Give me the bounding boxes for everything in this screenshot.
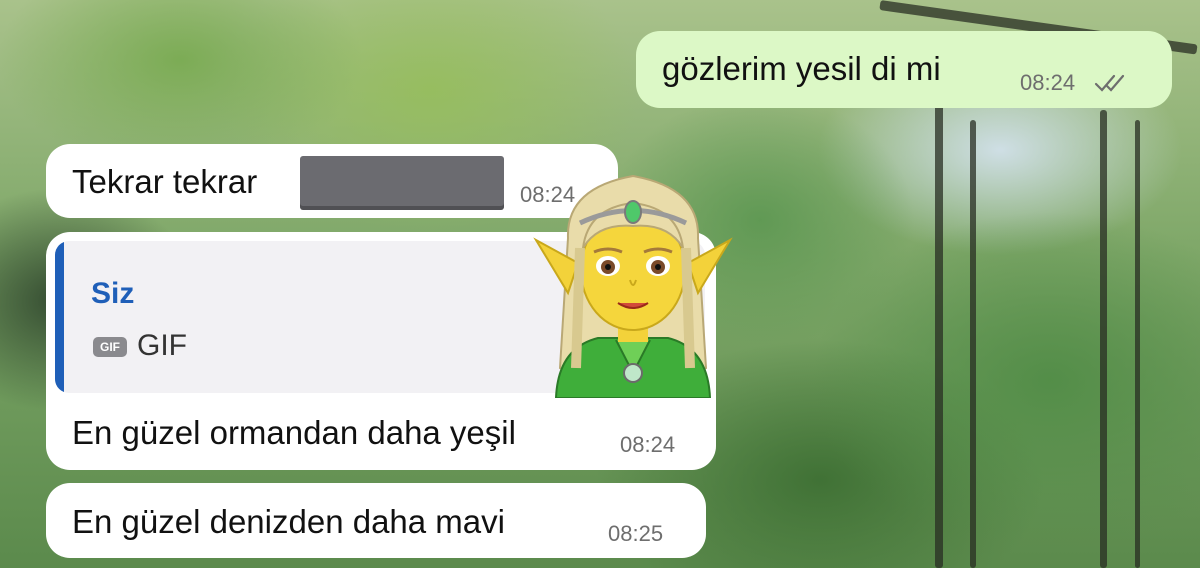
outgoing-message[interactable]: gözlerim yesil di mi 08:24 bbox=[636, 31, 1172, 108]
message-time: 08:24 bbox=[620, 432, 676, 457]
message-text: En güzel ormandan daha yeşil bbox=[72, 414, 516, 451]
background-trunk bbox=[1135, 120, 1140, 568]
background-trunk bbox=[1100, 110, 1107, 568]
message-text: Tekrar tekrar bbox=[72, 163, 258, 200]
message-time: 08:25 bbox=[608, 521, 664, 546]
quote-author: Siz bbox=[91, 277, 135, 310]
elf-sticker-icon[interactable] bbox=[528, 168, 738, 398]
message-time: 08:24 bbox=[1020, 70, 1076, 95]
message-text: gözlerim yesil di mi bbox=[662, 50, 941, 87]
redacted-text bbox=[300, 156, 504, 210]
incoming-message[interactable]: En güzel denizden daha mavi 08:25 bbox=[46, 483, 706, 558]
double-check-icon bbox=[1094, 74, 1125, 92]
chat-area: gözlerim yesil di mi 08:24 Tekrar tekrar… bbox=[0, 0, 1200, 568]
quote-media-label: GIF bbox=[137, 329, 187, 362]
gif-icon: GIF bbox=[93, 337, 127, 357]
message-text: En güzel denizden daha mavi bbox=[72, 503, 505, 540]
quote-accent-bar bbox=[55, 241, 64, 393]
background-trunk bbox=[935, 100, 943, 568]
background-trunk bbox=[970, 120, 976, 568]
